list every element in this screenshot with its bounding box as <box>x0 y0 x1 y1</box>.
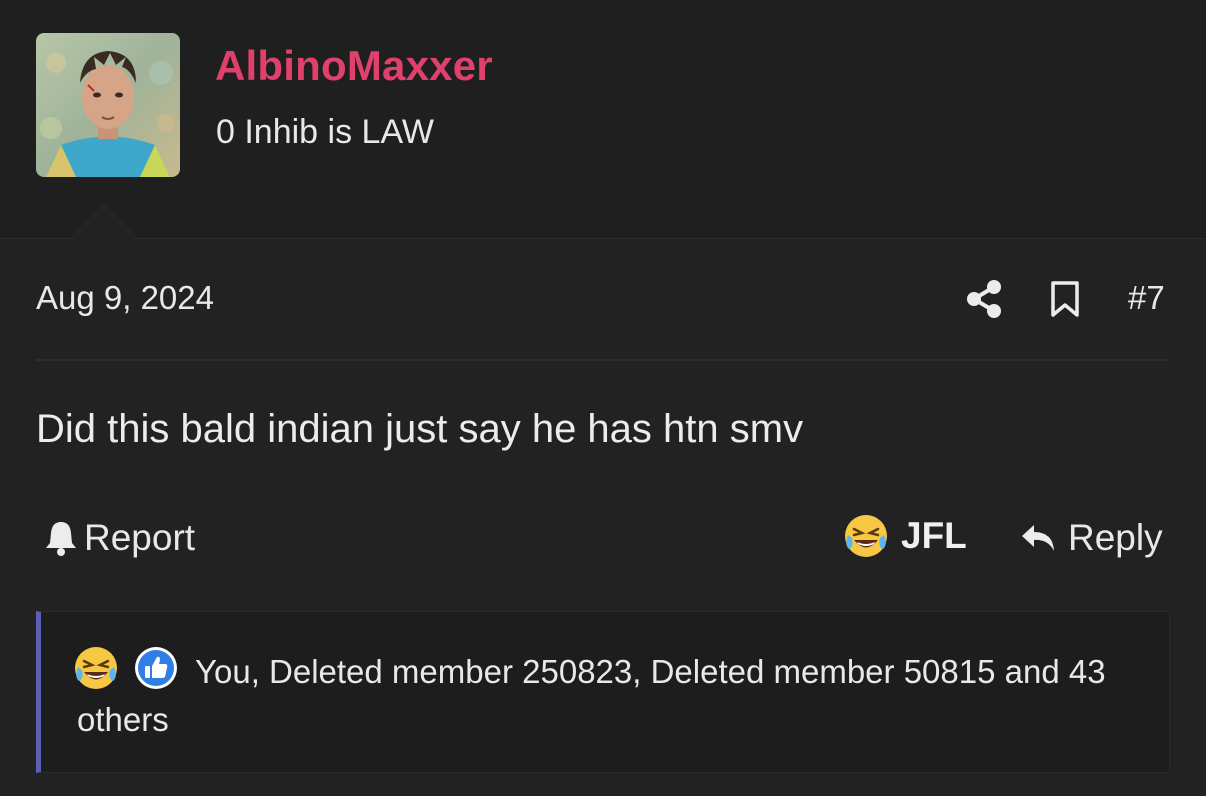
reaction-button[interactable]: JFL <box>843 513 967 559</box>
share-icon[interactable] <box>965 279 1003 319</box>
crying-laughing-emoji-icon <box>845 515 887 557</box>
reply-icon <box>1022 525 1054 551</box>
reply-label: Reply <box>1068 517 1163 558</box>
reactions-summary[interactable]: You, Deleted member 250823, Deleted memb… <box>36 611 1170 773</box>
reply-button[interactable]: Reply <box>1020 517 1163 559</box>
reactions-text: You, Deleted member 250823, Deleted memb… <box>77 653 1106 738</box>
post-content: Did this bald indian just say he has htn… <box>36 407 804 451</box>
user-title: 0 Inhib is LAW <box>216 113 434 151</box>
reaction-label: JFL <box>901 515 967 556</box>
post-date[interactable]: Aug 9, 2024 <box>36 279 214 317</box>
username[interactable]: AlbinoMaxxer <box>215 42 493 90</box>
report-label: Report <box>84 517 196 558</box>
avatar[interactable] <box>36 33 180 177</box>
divider <box>36 359 1170 361</box>
header-pointer <box>70 205 138 239</box>
post-header: AlbinoMaxxer 0 Inhib is LAW <box>0 0 1206 239</box>
bell-icon <box>46 522 76 556</box>
post-body: Aug 9, 2024 #7 Did this bald indian just… <box>0 239 1206 796</box>
bookmark-icon[interactable] <box>1049 281 1081 317</box>
report-button[interactable]: Report <box>44 517 195 559</box>
post-number[interactable]: #7 <box>1128 279 1165 317</box>
